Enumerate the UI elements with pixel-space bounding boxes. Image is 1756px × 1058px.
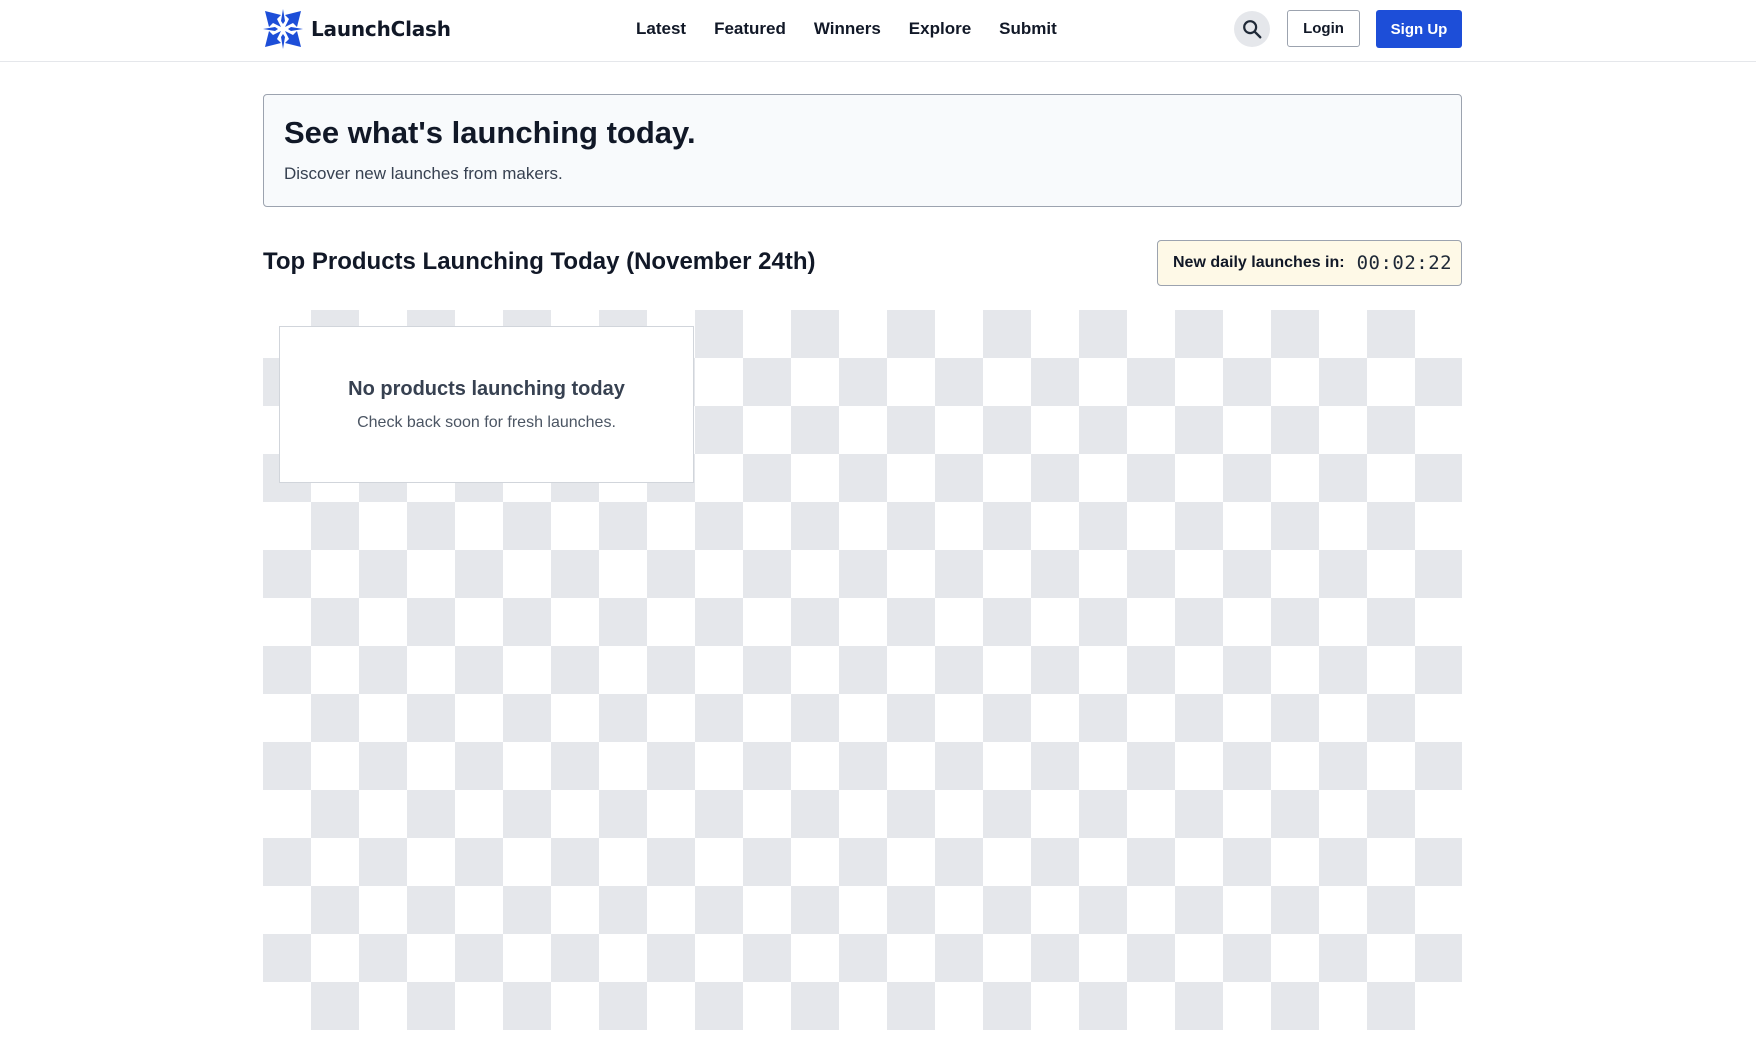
main-nav: Latest Featured Winners Explore Submit — [636, 18, 1057, 40]
login-button[interactable]: Login — [1287, 10, 1360, 47]
empty-state-subtitle: Check back soon for fresh launches. — [357, 414, 616, 431]
countdown-badge: New daily launches in: 00:02:22 — [1157, 240, 1462, 286]
brand-name: LaunchClash — [311, 17, 451, 41]
snowflake-star-icon — [263, 9, 303, 49]
nav-link-winners[interactable]: Winners — [814, 18, 881, 40]
logo-link[interactable]: LaunchClash — [263, 9, 451, 49]
top-navigation-bar: LaunchClash Latest Featured Winners Expl… — [0, 0, 1756, 62]
products-grid-placeholder: No products launching today Check back s… — [263, 310, 1462, 1030]
search-button[interactable] — [1234, 11, 1270, 47]
countdown-timer: 00:02:22 — [1356, 252, 1453, 274]
signup-button[interactable]: Sign Up — [1376, 10, 1462, 48]
hero-subtitle: Discover new launches from makers. — [284, 164, 563, 183]
nav-link-latest[interactable]: Latest — [636, 18, 686, 40]
hero-banner: See what's launching today. Discover new… — [263, 94, 1462, 207]
search-icon — [1243, 20, 1262, 39]
nav-link-featured[interactable]: Featured — [714, 18, 786, 40]
nav-link-submit[interactable]: Submit — [999, 18, 1057, 40]
section-title: Top Products Launching Today (November 2… — [263, 248, 816, 275]
countdown-label: New daily launches in: — [1173, 254, 1345, 271]
empty-state-card: No products launching today Check back s… — [279, 326, 694, 483]
empty-state-title: No products launching today — [348, 378, 625, 400]
hero-title: See what's launching today. — [284, 115, 696, 150]
nav-link-explore[interactable]: Explore — [909, 18, 971, 40]
